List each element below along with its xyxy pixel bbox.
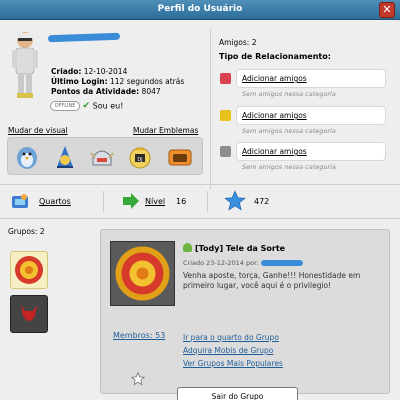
- friends-count: Amigos: 2: [219, 38, 257, 47]
- stat-separator: [103, 191, 104, 212]
- login-label: Último Login:: [51, 77, 108, 86]
- star-value: 472: [254, 197, 270, 206]
- pontos-label: Pontos da Atividade:: [51, 87, 140, 96]
- popular-groups-link[interactable]: Ver Grupos Mais Populares: [183, 357, 283, 370]
- pontos-value: 8047: [141, 87, 161, 96]
- profile-window: Criado: 12-10-2014 Último Login: 112 seg…: [0, 21, 400, 400]
- groups-count: Grupos: 2: [8, 227, 45, 236]
- change-badges-link[interactable]: Mudar Emblemas: [133, 126, 198, 135]
- relation-empty-text: Sem amigos nessa categoria: [242, 127, 336, 135]
- group-name: [Tody] Tele da Sorte: [183, 243, 285, 253]
- favorite-star-icon[interactable]: [131, 372, 145, 386]
- avatar: [12, 32, 38, 98]
- group-created: Criado 23-12-2014 por:: [183, 259, 303, 267]
- smile-icon: [220, 110, 231, 121]
- status-row: OFFLINE ✔ Sou eu!: [50, 101, 123, 111]
- heart-icon: [220, 73, 231, 84]
- group-description: Venha aposte, torça, Ganhe!!! Honestidad…: [183, 271, 361, 290]
- svg-text:DJ: DJ: [137, 157, 142, 163]
- sun-emblem-icon: [111, 242, 174, 305]
- members-label: Membros: 53: [113, 331, 166, 340]
- leave-group-button[interactable]: Sair do Grupo: [177, 387, 298, 400]
- relation-row-skull: Adicionar amigos Sem amigos nessa catego…: [219, 142, 389, 172]
- group-name-text: [Tody] Tele da Sorte: [195, 244, 286, 253]
- buy-group-furni-link[interactable]: Adquira Mobis de Grupo: [183, 344, 283, 357]
- blue-hat-badge-icon[interactable]: [51, 143, 79, 171]
- level-arrow-icon: [123, 193, 139, 209]
- add-friend-label: Adicionar amigos: [242, 74, 307, 83]
- stat-separator: [207, 191, 208, 212]
- relation-row-smile: Adicionar amigos Sem amigos nessa catego…: [219, 106, 389, 136]
- relation-row-heart: Adicionar amigos Sem amigos nessa catego…: [219, 69, 389, 99]
- nivel-value: 16: [176, 197, 187, 206]
- group-thumb-tele-da-sorte[interactable]: [10, 251, 48, 289]
- viking-helmet-badge-icon[interactable]: [88, 143, 116, 171]
- login-value: 112 segundos atrás: [110, 77, 185, 86]
- add-friend-skull-button[interactable]: Adicionar amigos: [236, 142, 386, 161]
- add-friend-label: Adicionar amigos: [242, 111, 307, 120]
- creator-redacted: [260, 260, 303, 266]
- add-friend-heart-button[interactable]: Adicionar amigos: [236, 69, 386, 88]
- online-status-badge: OFFLINE: [50, 101, 80, 111]
- profile-info: Criado: 12-10-2014 Último Login: 112 seg…: [51, 67, 184, 97]
- friend-status: Sou eu!: [92, 101, 124, 111]
- group-thumb-second[interactable]: [10, 295, 48, 333]
- criado-value: 12-10-2014: [83, 67, 128, 76]
- group-created-text: Criado 23-12-2014 por:: [183, 259, 259, 267]
- group-emblem: [110, 241, 175, 306]
- penguin-badge-icon[interactable]: [13, 143, 41, 171]
- close-button[interactable]: ✕: [379, 2, 395, 18]
- criado-label: Criado:: [51, 67, 82, 76]
- column-divider: [210, 29, 211, 189]
- sun-emblem-icon: [15, 256, 43, 284]
- relationship-title: Tipo de Relacionamento:: [219, 52, 331, 61]
- nivel-link[interactable]: Nível: [145, 197, 165, 206]
- members-link[interactable]: Membros: 53: [113, 331, 165, 340]
- quartos-link[interactable]: Quartos: [39, 197, 71, 206]
- window-titlebar: Perfil do Usuário ✕: [0, 0, 400, 20]
- royal-crest-badge-icon[interactable]: DJ: [126, 143, 154, 171]
- go-to-room-link[interactable]: Ir para o quarto do Grupo: [183, 331, 283, 344]
- star-icon: [224, 190, 246, 211]
- relation-empty-text: Sem amigos nessa categoria: [242, 163, 336, 171]
- group-links: Ir para o quarto do Grupo Adquira Mobis …: [183, 331, 283, 370]
- group-owner-icon: [183, 243, 192, 252]
- close-icon: ✕: [382, 3, 392, 16]
- divider: [0, 218, 400, 219]
- badge-strip: DJ: [7, 137, 203, 175]
- check-icon: ✔: [82, 101, 91, 111]
- change-look-link[interactable]: Mudar de visual: [8, 126, 68, 135]
- rooms-icon: [12, 194, 28, 208]
- add-friend-smile-button[interactable]: Adicionar amigos: [236, 106, 386, 125]
- group-detail-panel: Membros: 53 [Tody] Tele da Sorte Criado …: [100, 229, 390, 400]
- red-devil-emblem-icon: [21, 305, 37, 321]
- window-title: Perfil do Usuário: [157, 4, 243, 14]
- relation-empty-text: Sem amigos nessa categoria: [242, 90, 336, 98]
- skull-icon: [220, 146, 231, 157]
- add-friend-label: Adicionar amigos: [242, 147, 307, 156]
- username-redacted: [47, 32, 121, 43]
- stats-row: Quartos Nível 16 472: [0, 185, 400, 218]
- camera-badge-icon[interactable]: [166, 143, 194, 171]
